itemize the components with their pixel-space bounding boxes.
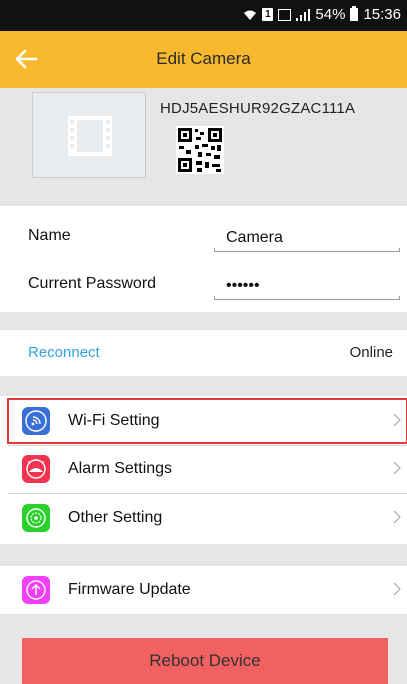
signal-icon xyxy=(296,8,311,21)
chevron-right-icon xyxy=(393,461,401,475)
menu-item-wifi-setting[interactable]: Wi-Fi Setting xyxy=(7,398,407,444)
camera-thumbnail xyxy=(32,92,146,178)
chevron-right-icon xyxy=(393,413,401,427)
credentials-section: Name Current Password xyxy=(0,206,407,312)
page-title: Edit Camera xyxy=(156,49,251,68)
qr-code-icon[interactable] xyxy=(176,126,224,174)
film-icon xyxy=(68,116,112,156)
divider xyxy=(8,445,407,446)
image-status-icon xyxy=(278,8,292,21)
name-row: Name xyxy=(0,212,407,260)
chevron-right-icon xyxy=(393,582,401,596)
device-info: HDJ5AESHUR92GZAC111A xyxy=(0,88,407,206)
alarm-icon xyxy=(22,455,50,483)
reconnect-link[interactable]: Reconnect xyxy=(28,344,100,361)
reboot-device-button[interactable]: Reboot Device xyxy=(22,638,388,684)
device-id: HDJ5AESHUR92GZAC111A xyxy=(160,100,356,117)
chevron-right-icon xyxy=(393,510,401,524)
battery-percent: 54% xyxy=(315,6,346,23)
app-header: Edit Camera xyxy=(0,31,407,88)
password-row: Current Password xyxy=(0,260,407,308)
menu-item-label: Firmware Update xyxy=(68,581,191,598)
menu-item-label: Other Setting xyxy=(68,509,163,526)
menu-item-alarm-settings[interactable]: Alarm Settings xyxy=(8,447,407,491)
password-field-underline xyxy=(214,296,400,300)
connection-row: Reconnect Online xyxy=(0,330,407,376)
clock: 15:36 xyxy=(363,6,401,23)
password-field[interactable] xyxy=(214,274,400,298)
menu-item-label: Wi-Fi Setting xyxy=(68,412,160,429)
menu-item-other-setting[interactable]: Other Setting xyxy=(8,496,407,540)
menu-item-firmware-update[interactable]: Firmware Update xyxy=(8,568,407,612)
status-bar: 1 54% 15:36 xyxy=(0,0,407,31)
battery-icon xyxy=(350,6,359,21)
divider xyxy=(8,493,407,494)
name-field[interactable] xyxy=(214,226,400,250)
name-label: Name xyxy=(28,227,71,244)
wifi-status-icon xyxy=(244,10,257,20)
sim-icon: 1 xyxy=(262,8,274,21)
wifi-icon xyxy=(22,407,50,435)
menu-item-label: Alarm Settings xyxy=(68,460,173,477)
settings-icon xyxy=(22,504,50,532)
password-label: Current Password xyxy=(28,275,157,292)
connection-status: Online xyxy=(349,344,393,361)
name-field-underline xyxy=(214,248,400,252)
firmware-update-icon xyxy=(22,576,50,604)
